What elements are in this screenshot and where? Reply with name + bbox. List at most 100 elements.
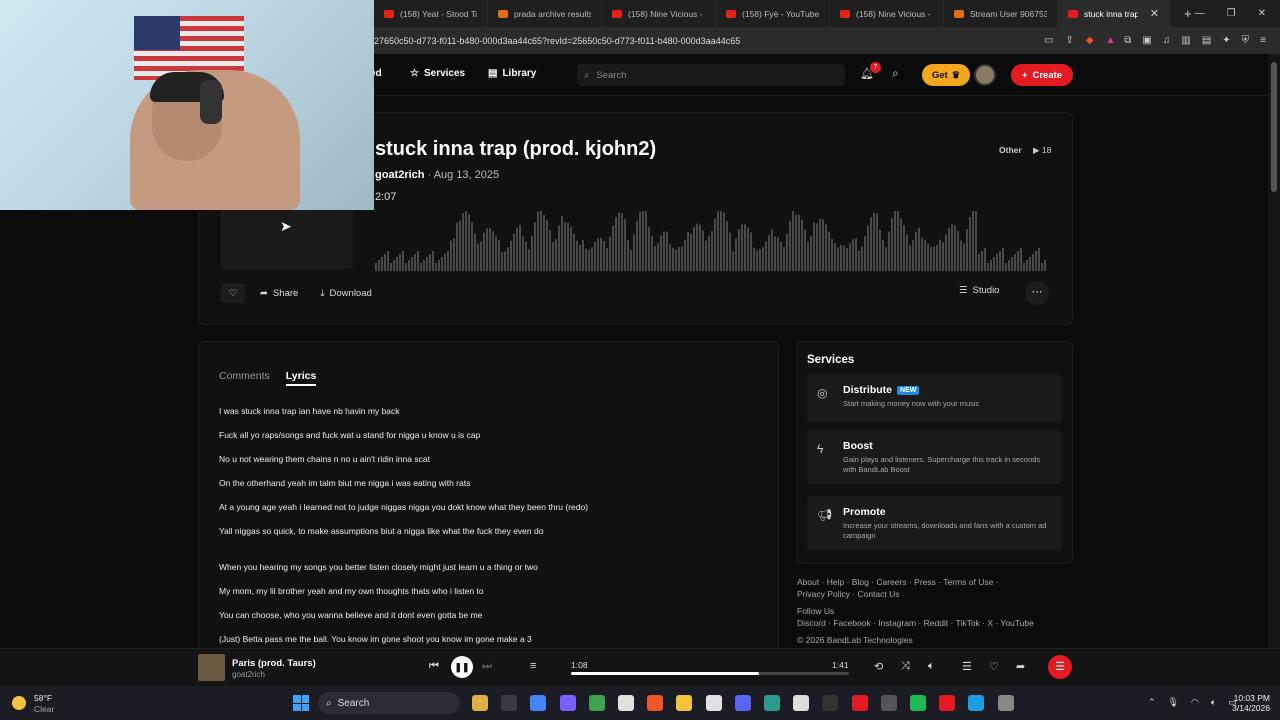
media-icon[interactable]: ♫ — [1163, 35, 1171, 46]
page-scrollbar[interactable] — [1268, 54, 1280, 648]
screenshot-icon[interactable]: ▣ — [1142, 35, 1151, 46]
service-boost[interactable]: ϟ Boost Gain plays and listeners. Superc… — [807, 430, 1062, 484]
download-button[interactable]: ⤓ Download — [313, 283, 378, 303]
avatar[interactable] — [974, 64, 996, 86]
now-playing-title[interactable]: Paris (prod. Taurs) — [232, 658, 316, 669]
wifi-icon[interactable]: ◠ — [1191, 697, 1199, 708]
browser-tab[interactable]: prada archive results o — [488, 0, 602, 27]
rewards-icon[interactable]: ▲ — [1106, 35, 1116, 46]
studio-button[interactable]: ☰ Studio — [959, 285, 999, 296]
url-field[interactable]: 27650c50-d773-f011-b480-000d3aa44c65?rev… — [374, 36, 894, 46]
share-icon[interactable]: ➦ — [1016, 660, 1025, 673]
mic-icon[interactable]: 🎙︎ — [1168, 697, 1179, 708]
footer-links-2[interactable]: Privacy Policy · Contact Us — [797, 589, 900, 599]
waveform-bar — [1032, 254, 1034, 271]
settings-icon[interactable] — [997, 695, 1014, 711]
shuffle-icon[interactable]: ⤨ — [901, 660, 910, 673]
now-playing-artist[interactable]: goat2rich — [232, 670, 265, 679]
browser-tab[interactable]: (158) Fyè - YouTube — [716, 0, 830, 27]
weather-icon[interactable] — [12, 696, 26, 710]
install-icon[interactable]: ▭ — [1044, 35, 1053, 46]
add-to-queue-icon[interactable]: ☰ — [962, 660, 972, 673]
waveform-bar — [642, 211, 644, 271]
close-tab-icon[interactable]: ✕ — [1150, 7, 1159, 20]
next-icon[interactable]: ⏭ — [482, 660, 492, 673]
service-promote[interactable]: 📢︎ Promote Increase your streams, downlo… — [807, 496, 1062, 550]
tiktok-icon[interactable] — [705, 695, 722, 711]
repeat-icon[interactable]: ⟲ — [874, 660, 883, 673]
now-playing-cover[interactable] — [198, 654, 225, 681]
artist-link[interactable]: goat2rich — [375, 169, 425, 181]
create-button[interactable]: + Create — [1011, 64, 1073, 86]
browser-tab[interactable]: (158) Nine Vicious - RP — [602, 0, 716, 27]
weather-desc[interactable]: Clear — [34, 704, 54, 714]
opera-icon[interactable] — [851, 695, 868, 711]
taskbar-search[interactable]: ⌕ Search — [318, 692, 460, 714]
pause-button[interactable]: ❚❚ — [451, 656, 473, 678]
volume-icon[interactable]: 🔈︎ — [928, 660, 935, 673]
tab-lyrics[interactable]: Lyrics — [285, 370, 317, 386]
social-links[interactable]: Discord · Facebook · Instagram · Reddit … — [797, 618, 1034, 628]
waveform-bar — [744, 224, 746, 271]
waveform-bar — [936, 245, 938, 271]
new-tab-button[interactable]: + — [1184, 6, 1192, 21]
close-window-icon[interactable]: ✕ — [1258, 8, 1266, 19]
browser-tab[interactable]: (158) Yeat - Stood Tallll — [374, 0, 488, 27]
speaker-icon[interactable]: 🔈︎ — [1211, 697, 1216, 708]
previous-icon[interactable]: ⏮ — [429, 660, 439, 673]
xbox-icon[interactable] — [588, 695, 605, 711]
obs-icon[interactable] — [880, 695, 897, 711]
copilot-icon[interactable] — [559, 695, 576, 711]
keyboard-icon[interactable] — [793, 695, 810, 711]
tab-favicon-icon — [612, 9, 622, 18]
files-app-icon[interactable] — [472, 695, 488, 711]
search-input[interactable]: ⌕ Search — [577, 64, 845, 86]
clock[interactable]: 10:03 PM 3/14/2026 — [1224, 693, 1270, 713]
discord-icon[interactable] — [734, 695, 751, 711]
telegram-icon[interactable] — [968, 695, 985, 711]
brave-shield-icon[interactable]: ◆ — [1086, 35, 1094, 46]
progress-bar[interactable] — [571, 672, 849, 675]
share-button[interactable]: ➦ Share — [253, 283, 305, 303]
nav-library[interactable]: ▤ Library — [488, 68, 536, 79]
audio-app-icon[interactable] — [764, 695, 780, 711]
windows-start-icon[interactable] — [293, 695, 309, 711]
genre-tag[interactable]: Other — [999, 145, 1022, 155]
share-page-icon[interactable]: ⇪ — [1065, 35, 1073, 46]
app-icon[interactable] — [822, 695, 839, 711]
davinci-icon[interactable] — [939, 695, 956, 711]
bandlab-icon[interactable] — [910, 695, 926, 711]
like-button[interactable]: ♡ — [221, 283, 245, 303]
vpn-icon[interactable]: ⛨ — [1242, 35, 1250, 46]
explorer-icon[interactable] — [676, 695, 693, 711]
queue-list-icon[interactable]: ≡ — [530, 660, 536, 672]
maximize-icon[interactable]: ❐ — [1227, 8, 1236, 19]
minimize-icon[interactable]: — — [1195, 8, 1205, 19]
waveform[interactable] — [375, 209, 1047, 271]
leo-icon[interactable]: ✦ — [1222, 35, 1230, 46]
like-icon[interactable]: ♡ — [989, 660, 999, 673]
chrome-icon[interactable] — [530, 695, 547, 711]
queue-button[interactable]: ☰ — [1048, 655, 1072, 679]
get-membership-button[interactable]: Get ♛ — [922, 64, 970, 86]
search-icon[interactable]: ⌕ — [892, 66, 899, 81]
chevron-up-icon[interactable]: ⌃ — [1148, 697, 1156, 708]
weather-temp[interactable]: 58°F — [34, 693, 52, 703]
star-icon: ☆ — [410, 68, 419, 79]
task-view-icon[interactable] — [501, 695, 518, 711]
menu-icon[interactable]: ≡ — [1260, 35, 1266, 46]
tab-comments[interactable]: Comments — [219, 370, 270, 386]
sidebar-icon[interactable]: ▥ — [1181, 35, 1190, 46]
waveform-bar — [393, 260, 395, 271]
browser-tab[interactable]: Stream User 90675325 — [944, 0, 1058, 27]
brave-icon[interactable] — [647, 695, 664, 711]
wallet-icon[interactable]: ▤ — [1202, 35, 1211, 46]
footer-links[interactable]: About · Help · Blog · Careers · Press · … — [797, 577, 999, 587]
browser-tab[interactable]: stuck inna trap ✕ — [1058, 0, 1170, 27]
browser-tab[interactable]: (158) Nine Vicious - 24 — [830, 0, 944, 27]
service-distribute[interactable]: ◎ Distribute NEW Start making money now w… — [807, 374, 1062, 422]
extensions-icon[interactable]: ⧉ — [1124, 35, 1131, 46]
more-options-button[interactable]: ⋯ — [1025, 281, 1049, 305]
capcut-icon[interactable] — [618, 695, 634, 711]
nav-services[interactable]: ☆ Services — [410, 68, 465, 79]
